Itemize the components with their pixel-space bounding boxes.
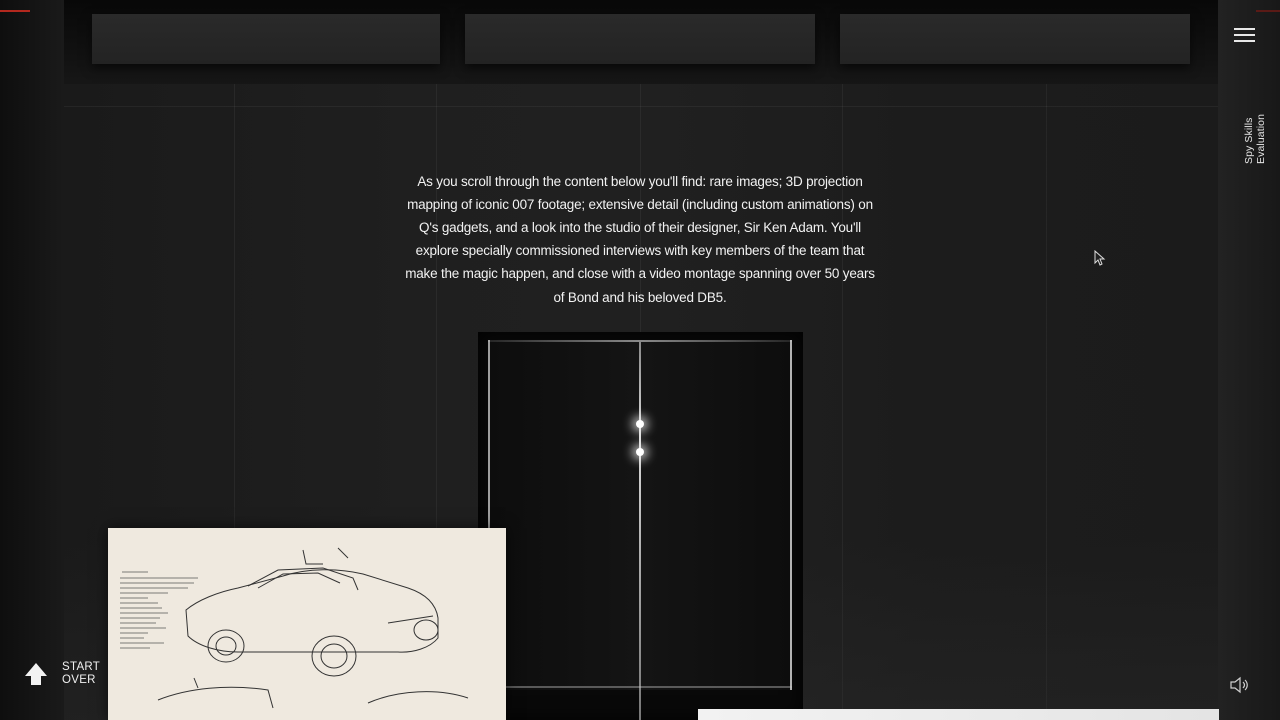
intro-text: As you scroll through the content below …: [405, 173, 875, 305]
progress-accent: [0, 10, 30, 12]
start-over-line1: START: [62, 661, 101, 673]
speaker-icon: [1230, 676, 1248, 694]
next-section-preview: [698, 709, 1219, 720]
db5-sketch-image: [108, 528, 506, 720]
hamburger-menu-icon: [1234, 34, 1255, 36]
ceiling-panel: [465, 14, 815, 64]
sound-toggle-button[interactable]: [1228, 675, 1250, 695]
progress-accent: [1256, 10, 1280, 12]
hamburger-menu-icon: [1234, 28, 1255, 30]
wall-rail: [64, 106, 1218, 107]
hamburger-menu-icon: [1234, 40, 1255, 42]
car-sketch-drawing: [120, 547, 469, 709]
left-wall: [0, 0, 64, 720]
start-over-button[interactable]: START OVER: [24, 660, 108, 690]
ceiling-panel: [840, 14, 1190, 64]
ceiling-panel: [92, 14, 440, 64]
up-arrow-icon: [25, 663, 47, 685]
mouse-cursor-icon: [1094, 250, 1106, 266]
door-light: [636, 448, 644, 456]
start-over-line2: OVER: [62, 674, 96, 686]
scene: As you scroll through the content below …: [0, 0, 1280, 720]
door-seam: [639, 340, 641, 720]
menu-button[interactable]: [1232, 26, 1258, 44]
door-light: [636, 420, 644, 428]
spy-skills-evaluation-link[interactable]: Spy Skills Evaluation: [1243, 68, 1267, 164]
start-over-label: START OVER: [62, 661, 112, 687]
door-bottom-edge: [488, 686, 792, 688]
